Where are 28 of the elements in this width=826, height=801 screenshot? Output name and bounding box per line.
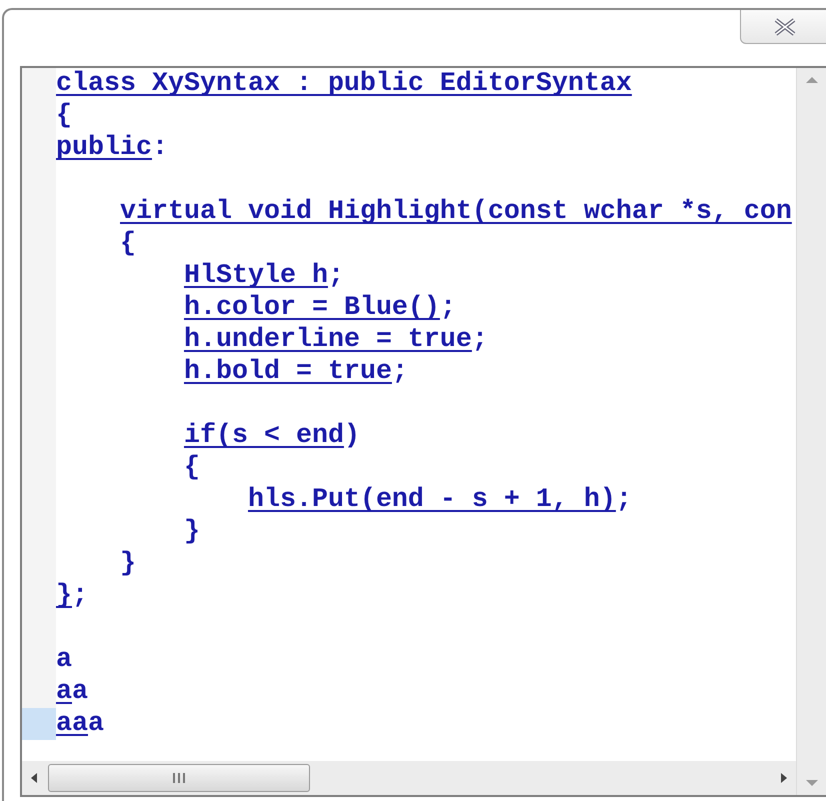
code-line: HlStyle h; [182, 260, 344, 292]
code-line: }; [56, 580, 88, 612]
code-line: virtual void Highlight(const wchar *s, con [119, 196, 792, 228]
code-line: h.bold = true; [182, 356, 408, 388]
close-button[interactable] [740, 10, 826, 44]
code-line: { [56, 100, 72, 132]
code-line: { [119, 228, 136, 260]
code-line: } [182, 516, 200, 548]
code-line: aa [56, 676, 88, 708]
scroll-up-icon[interactable] [804, 76, 818, 84]
scroll-thumb[interactable] [48, 764, 310, 792]
scroll-right-icon[interactable] [780, 772, 788, 784]
vertical-scrollbar[interactable] [796, 68, 826, 795]
code-line: h.underline = true; [182, 324, 488, 356]
code-line: hls.Put(end - s + 1, h); [246, 484, 632, 516]
close-icon [773, 18, 797, 36]
code-line: a [56, 644, 72, 676]
scroll-down-icon[interactable] [804, 779, 818, 787]
grip-icon [172, 772, 186, 784]
code-line: class XySyntax : public EditorSyntax [56, 68, 632, 100]
code-line: } [119, 548, 136, 580]
horizontal-scrollbar[interactable] [22, 761, 796, 795]
code-line: { [182, 452, 200, 484]
code-line: public: [56, 132, 168, 164]
scroll-left-icon[interactable] [30, 772, 38, 784]
code-line: if(s < end) [182, 420, 360, 452]
code-line: aaa [56, 708, 104, 740]
code-line: h.color = Blue(); [182, 292, 456, 324]
